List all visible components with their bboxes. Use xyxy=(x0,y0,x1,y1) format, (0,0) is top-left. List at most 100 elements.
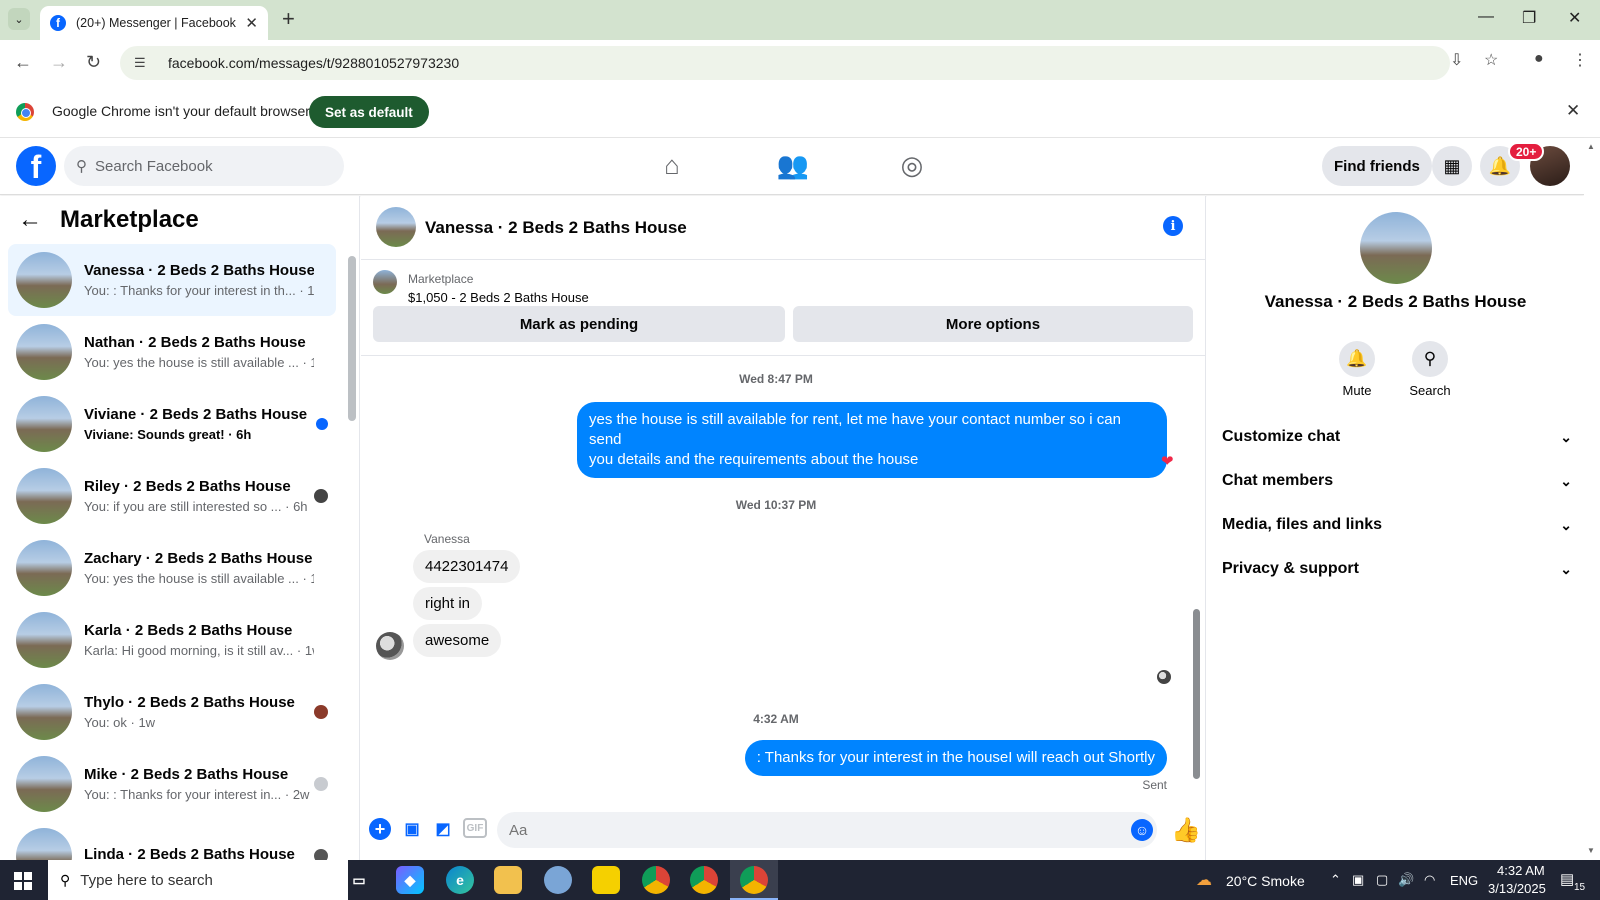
paint-icon[interactable] xyxy=(544,866,572,894)
back-arrow-icon[interactable]: ← xyxy=(18,206,48,234)
section-customize-chat[interactable]: Customize chat ⌄ xyxy=(1222,428,1572,446)
more-options-button[interactable]: More options xyxy=(793,306,1193,342)
chrome-menu-icon[interactable]: ⋮ xyxy=(1572,50,1588,70)
chrome-profile-icon[interactable] xyxy=(642,866,670,894)
groups-icon[interactable]: ◎ xyxy=(892,150,932,181)
thumbs-up-icon[interactable]: 👍 xyxy=(1171,816,1201,845)
search-icon: ⚲ xyxy=(60,871,71,888)
restore-button[interactable]: ❐ xyxy=(1522,8,1536,28)
info-icon[interactable]: i xyxy=(1163,216,1183,236)
meet-icon[interactable]: ▢ xyxy=(1376,872,1388,888)
facebook-favicon-icon: f xyxy=(50,15,66,31)
forward-icon[interactable]: → xyxy=(50,52,68,73)
profile-icon[interactable]: ● xyxy=(1534,50,1544,68)
weather-icon[interactable]: ☁ xyxy=(1196,870,1212,890)
incoming-message[interactable]: awesome xyxy=(413,624,502,657)
conversation-item-linda[interactable]: Linda · 2 Beds 2 Baths House xyxy=(8,820,336,860)
incoming-message[interactable]: 4422301474 xyxy=(413,550,521,583)
timestamp: 4:32 AM xyxy=(753,712,799,726)
mark-as-pending-button[interactable]: Mark as pending xyxy=(373,306,785,342)
reload-icon[interactable]: ↻ xyxy=(86,52,101,73)
conversation-item-zachary[interactable]: Zachary · 2 Beds 2 Baths House You: yes … xyxy=(8,532,336,604)
address-bar[interactable]: ☰ facebook.com/messages/t/92880105279732… xyxy=(120,46,1450,80)
listing-thumbnail[interactable] xyxy=(373,270,397,294)
close-infobar-icon[interactable]: ✕ xyxy=(1566,101,1580,121)
volume-icon[interactable]: 🔊 xyxy=(1398,872,1414,888)
find-friends-button[interactable]: Find friends xyxy=(1322,146,1432,186)
language-indicator[interactable]: ENG xyxy=(1450,873,1478,888)
scroll-down-icon[interactable]: ▼ xyxy=(1587,846,1595,855)
home-icon[interactable]: ⌂ xyxy=(652,150,692,181)
listing-profile-thumbnail[interactable] xyxy=(1360,212,1432,284)
incoming-message[interactable]: right in xyxy=(413,587,483,620)
browser-tab-active[interactable]: f (20+) Messenger | Facebook ✕ xyxy=(40,6,268,40)
outgoing-message[interactable]: yes the house is still available for ren… xyxy=(577,402,1167,478)
sidebar-scrollbar[interactable] xyxy=(348,246,356,846)
new-tab-button[interactable]: + xyxy=(282,8,295,30)
heart-reaction-icon[interactable]: ❤ xyxy=(1161,452,1174,470)
sticky-notes-icon[interactable] xyxy=(592,866,620,894)
friends-icon[interactable]: 👥 xyxy=(773,150,813,181)
photo-icon[interactable]: ▣ xyxy=(401,818,423,840)
conversation-item-thylo[interactable]: Thylo · 2 Beds 2 Baths House You: ok · 1… xyxy=(8,676,336,748)
conversation-preview: Karla: Hi good morning, is it still av..… xyxy=(84,643,314,658)
copilot-icon[interactable]: ◆ xyxy=(396,866,424,894)
chat-thumbnail[interactable] xyxy=(376,207,416,247)
close-tab-icon[interactable]: ✕ xyxy=(245,14,258,32)
chrome-icon[interactable] xyxy=(740,866,768,894)
menu-grid-icon[interactable]: ▦ xyxy=(1432,146,1472,186)
search-action[interactable]: ⚲ Search xyxy=(1400,341,1460,398)
sender-avatar[interactable] xyxy=(376,632,404,660)
chat-scrollbar[interactable] xyxy=(1191,364,1201,794)
section-chat-members[interactable]: Chat members ⌄ xyxy=(1222,472,1572,490)
chat-title[interactable]: Vanessa · 2 Beds 2 Baths House xyxy=(425,218,687,238)
facebook-search-input[interactable] xyxy=(95,157,315,175)
listing-price-title[interactable]: $1,050 - 2 Beds 2 Baths House xyxy=(408,290,589,305)
bookmark-star-icon[interactable]: ☆ xyxy=(1484,50,1498,70)
chrome-profile-icon[interactable] xyxy=(690,866,718,894)
conversation-name: Vanessa · 2 Beds 2 Baths House xyxy=(84,262,314,279)
taskbar-search-input[interactable] xyxy=(80,871,281,889)
wifi-icon[interactable]: ◠ xyxy=(1424,872,1435,888)
section-privacy-support[interactable]: Privacy & support ⌄ xyxy=(1222,560,1572,578)
minimize-button[interactable]: — xyxy=(1478,8,1494,26)
facebook-search[interactable]: ⚲ xyxy=(64,146,344,186)
site-info-icon[interactable]: ☰ xyxy=(134,55,156,71)
clock-time[interactable]: 4:32 AM xyxy=(1497,863,1545,878)
notification-center-icon[interactable]: ▤ xyxy=(1560,870,1574,888)
conversation-item-nathan[interactable]: Nathan · 2 Beds 2 Baths House You: yes t… xyxy=(8,316,336,388)
back-icon[interactable]: ← xyxy=(14,52,32,73)
windows-start-icon[interactable] xyxy=(14,872,32,890)
edge-icon[interactable]: e xyxy=(446,866,474,894)
close-window-button[interactable]: ✕ xyxy=(1568,8,1581,28)
set-as-default-button[interactable]: Set as default xyxy=(309,96,429,128)
conversation-name: Zachary · 2 Beds 2 Baths House xyxy=(84,550,313,567)
task-view-icon[interactable]: ▭ xyxy=(345,866,373,894)
outgoing-message[interactable]: : Thanks for your interest in the houseI… xyxy=(744,740,1167,776)
facebook-logo-icon[interactable]: f xyxy=(16,146,56,186)
section-media-files-links[interactable]: Media, files and links ⌄ xyxy=(1222,516,1572,534)
chevron-up-icon[interactable]: ⌃ xyxy=(1330,872,1341,888)
emoji-icon[interactable]: ☺ xyxy=(1131,819,1153,841)
conversation-item-viviane[interactable]: Viviane · 2 Beds 2 Baths House Viviane: … xyxy=(8,388,336,460)
network-tray-icon[interactable]: ▣ xyxy=(1352,872,1364,888)
house-thumbnail xyxy=(16,324,72,380)
clock-date[interactable]: 3/13/2025 xyxy=(1488,881,1546,896)
mute-action[interactable]: 🔔 Mute xyxy=(1327,341,1387,398)
sticker-icon[interactable]: ◩ xyxy=(432,818,454,840)
conversation-item-vanessa[interactable]: Vanessa · 2 Beds 2 Baths House You: : Th… xyxy=(8,244,336,316)
message-input[interactable] xyxy=(497,812,1157,848)
conversation-item-mike[interactable]: Mike · 2 Beds 2 Baths House You: : Thank… xyxy=(8,748,336,820)
taskbar-search[interactable]: ⚲ xyxy=(48,860,348,900)
chevron-down-icon: ⌄ xyxy=(1560,428,1572,445)
install-app-icon[interactable]: ⇩ xyxy=(1450,50,1463,70)
page-scrollbar[interactable]: ▲ ▼ xyxy=(1584,138,1600,860)
scroll-up-icon[interactable]: ▲ xyxy=(1587,142,1595,151)
gif-icon[interactable]: GIF xyxy=(463,818,487,838)
weather-text[interactable]: 20°C Smoke xyxy=(1226,873,1305,889)
file-explorer-icon[interactable] xyxy=(494,866,522,894)
tab-search-dropdown[interactable]: ⌄ xyxy=(8,8,30,30)
plus-icon[interactable]: + xyxy=(369,818,391,840)
conversation-item-riley[interactable]: Riley · 2 Beds 2 Baths House You: if you… xyxy=(8,460,336,532)
conversation-item-karla[interactable]: Karla · 2 Beds 2 Baths House Karla: Hi g… xyxy=(8,604,336,676)
